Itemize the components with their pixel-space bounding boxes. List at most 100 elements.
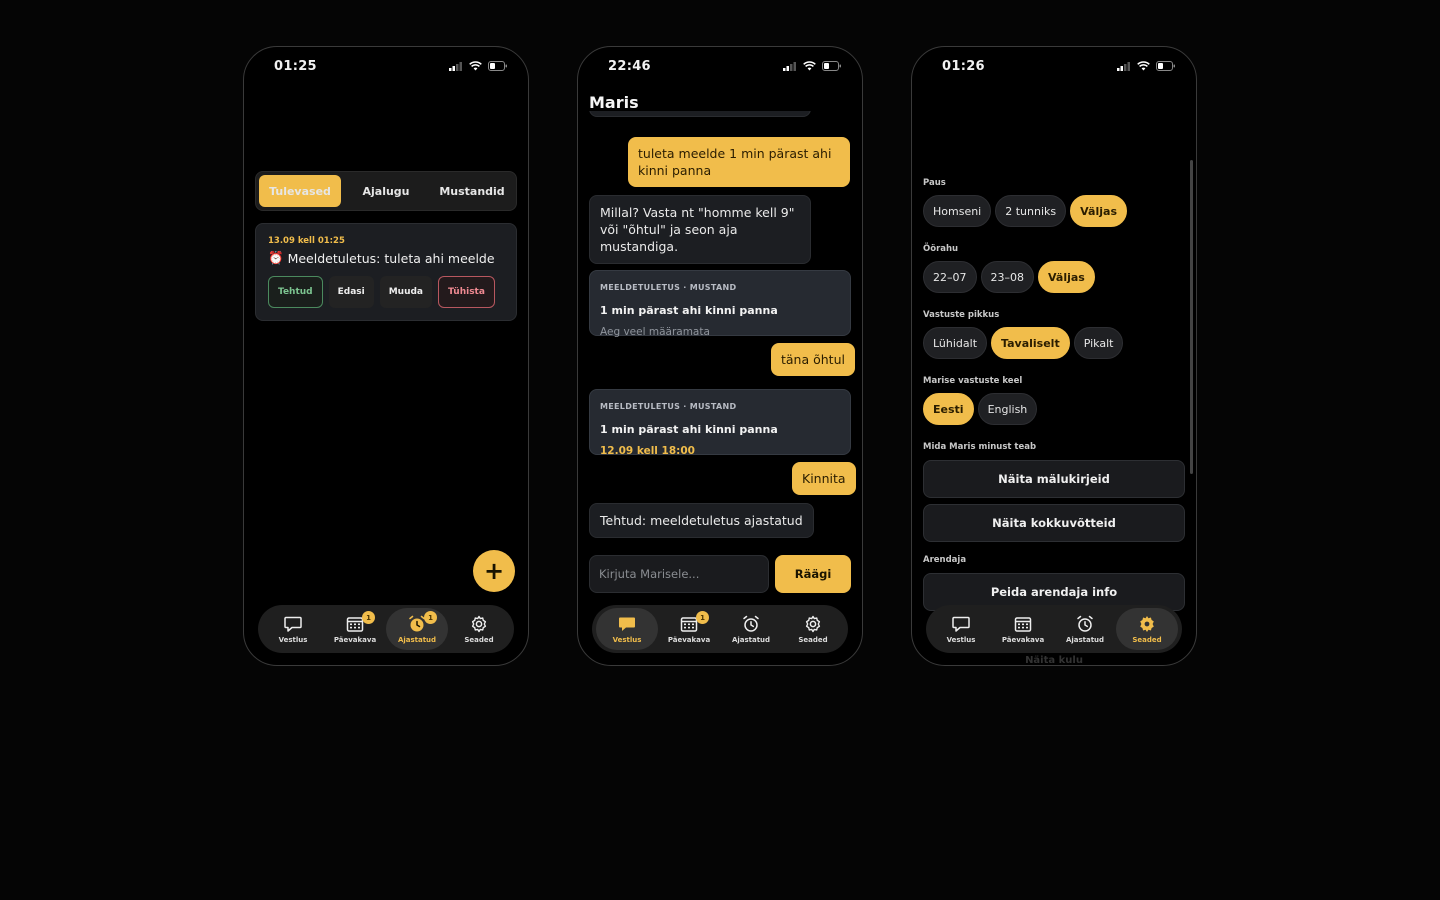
length-option-short[interactable]: Lühidalt (923, 327, 988, 359)
language-option-estonian[interactable]: Eesti (923, 393, 974, 425)
gear-icon (1140, 616, 1154, 632)
message-input[interactable] (589, 555, 769, 593)
nav-schedule-badge: 1 (696, 611, 709, 624)
night-label: Öörahu (923, 244, 959, 254)
chat-bubble-icon (284, 616, 302, 632)
battery-icon (1156, 61, 1175, 71)
status-icons (783, 61, 842, 71)
draft-card-time: 12.09 kell 18:00 (600, 445, 695, 457)
nav-settings[interactable]: Seaded (1116, 608, 1178, 650)
night-option-off[interactable]: Väljas (1038, 261, 1095, 293)
nav-chat-label: Vestlus (278, 636, 308, 644)
pause-option-off[interactable]: Väljas (1070, 195, 1127, 227)
memory-label: Mida Maris minust teab (923, 442, 1037, 452)
language-label: Marise vastuste keel (923, 376, 1023, 386)
message-user: täna õhtul (771, 343, 855, 376)
nav-settings-label: Seaded (1132, 636, 1162, 644)
draft-card-title: 1 min pärast ahi kinni panna (600, 304, 778, 317)
length-label: Vastuste pikkus (923, 310, 1000, 320)
message-bot: Millal? Vasta nt "homme kell 9" või "õht… (589, 195, 811, 264)
nav-settings[interactable]: Seaded (782, 608, 844, 650)
length-options: Lühidalt Tavaliselt Pikalt (923, 327, 1124, 359)
nav-settings[interactable]: Seaded (448, 608, 510, 650)
wifi-icon (1137, 61, 1150, 71)
cancel-button[interactable]: Tühista (438, 276, 495, 308)
nav-scheduled-label: Ajastatud (1065, 636, 1105, 644)
nav-schedule[interactable]: Päevakava (992, 608, 1054, 650)
nav-chat[interactable]: Vestlus (930, 608, 992, 650)
composer: Räägi (589, 555, 851, 595)
show-memory-button[interactable]: Näita mälukirjeid (923, 460, 1185, 498)
nav-schedule-badge: 1 (362, 611, 375, 624)
nav-scheduled[interactable]: 1 Ajastatud (386, 608, 448, 650)
battery-icon (822, 61, 841, 71)
bottom-nav: Vestlus 1 Päevakava Ajastatud Seaded (592, 605, 848, 653)
gear-icon (471, 615, 487, 633)
draft-card-tag: MEELDETULETUS · MUSTAND (600, 283, 737, 292)
pause-option-tomorrow[interactable]: Homseni (923, 195, 992, 227)
wifi-icon (469, 61, 482, 71)
nav-settings-label: Seaded (798, 636, 828, 644)
nav-schedule-label: Päevakava (1001, 636, 1045, 644)
nav-scheduled[interactable]: Ajastatud (720, 608, 782, 650)
language-options: Eesti English (923, 393, 1038, 425)
message-bot: Tehtud: meeldetuletus ajastatud (589, 503, 814, 538)
done-button[interactable]: Tehtud (268, 276, 323, 308)
language-option-english[interactable]: English (977, 393, 1038, 425)
phone-chat: 22:46 Maris tuleta meelde 1 min pärast a… (577, 46, 863, 666)
reminder-card: 13.09 kell 01:25 ⏰ Meeldetuletus: tuleta… (255, 223, 517, 321)
alarm-clock-icon (1077, 615, 1093, 632)
nav-settings-label: Seaded (464, 636, 494, 644)
pause-options: Homseni 2 tunniks Väljas (923, 195, 1127, 227)
length-option-normal[interactable]: Tavaliselt (991, 327, 1070, 359)
length-option-long[interactable]: Pikalt (1073, 327, 1124, 359)
schedule-tabs: Tulevased Ajalugu Mustandid (255, 171, 517, 211)
add-reminder-button[interactable]: + (473, 550, 515, 592)
reminder-date: 13.09 kell 01:25 (268, 236, 345, 246)
pause-label: Paus (923, 178, 946, 188)
chat-messages: tuleta meelde 1 min pärast ahi kinni pan… (578, 111, 862, 549)
nav-scheduled[interactable]: Ajastatud (1054, 608, 1116, 650)
message-partial (589, 111, 811, 117)
settings-scrollbar[interactable] (1190, 160, 1193, 474)
night-options: 22–07 23–08 Väljas (923, 261, 1095, 293)
status-time: 01:26 (942, 58, 985, 74)
nav-schedule[interactable]: 1 Päevakava (324, 608, 386, 650)
reminder-title: Meeldetuletus: tuleta ahi meelde (287, 250, 495, 266)
phone-settings: 01:26 Paus Homseni 2 tunniks Väljas Ööra… (911, 46, 1197, 666)
wifi-icon (803, 61, 816, 71)
pause-option-2h[interactable]: 2 tunniks (995, 195, 1067, 227)
nav-schedule-label: Päevakava (333, 636, 377, 644)
nav-scheduled-label: Ajastatud (397, 636, 437, 644)
reminder-title-row: ⏰ Meeldetuletus: tuleta ahi meelde (268, 250, 504, 266)
signal-icon (1117, 61, 1130, 71)
battery-icon (488, 61, 507, 71)
status-time: 22:46 (608, 58, 651, 74)
gear-icon (805, 615, 821, 633)
nav-chat[interactable]: Vestlus (262, 608, 324, 650)
bottom-nav: Vestlus Päevakava Ajastatud Seaded (926, 605, 1182, 653)
tab-history[interactable]: Ajalugu (345, 175, 427, 207)
phone-scheduled: 01:25 Tulevased Ajalugu Mustandid 13.09 … (243, 46, 529, 666)
tab-drafts[interactable]: Mustandid (431, 175, 513, 207)
draft-card: MEELDETULETUS · MUSTAND 1 min pärast ahi… (589, 270, 851, 338)
show-cost-button[interactable]: Näita kulu (912, 655, 1196, 665)
chat-title: Maris (589, 93, 639, 112)
edit-button[interactable]: Muuda (379, 276, 433, 308)
send-button[interactable]: Räägi (775, 555, 851, 593)
chat-bubble-icon (952, 616, 970, 632)
alarm-clock-icon (743, 615, 759, 632)
status-icons (1117, 61, 1176, 71)
signal-icon (449, 61, 462, 71)
nav-schedule-label: Päevakava (667, 636, 711, 644)
signal-icon (783, 61, 796, 71)
night-option-22-07[interactable]: 22–07 (923, 261, 977, 293)
postpone-button[interactable]: Edasi (328, 276, 374, 308)
confirm-message[interactable]: Kinnita (792, 462, 856, 495)
show-summaries-button[interactable]: Näita kokkuvõtteid (923, 504, 1185, 542)
nav-chat[interactable]: Vestlus (596, 608, 658, 650)
developer-label: Arendaja (923, 555, 967, 565)
night-option-23-08[interactable]: 23–08 (980, 261, 1034, 293)
nav-schedule[interactable]: 1 Päevakava (658, 608, 720, 650)
tab-upcoming[interactable]: Tulevased (259, 175, 341, 207)
